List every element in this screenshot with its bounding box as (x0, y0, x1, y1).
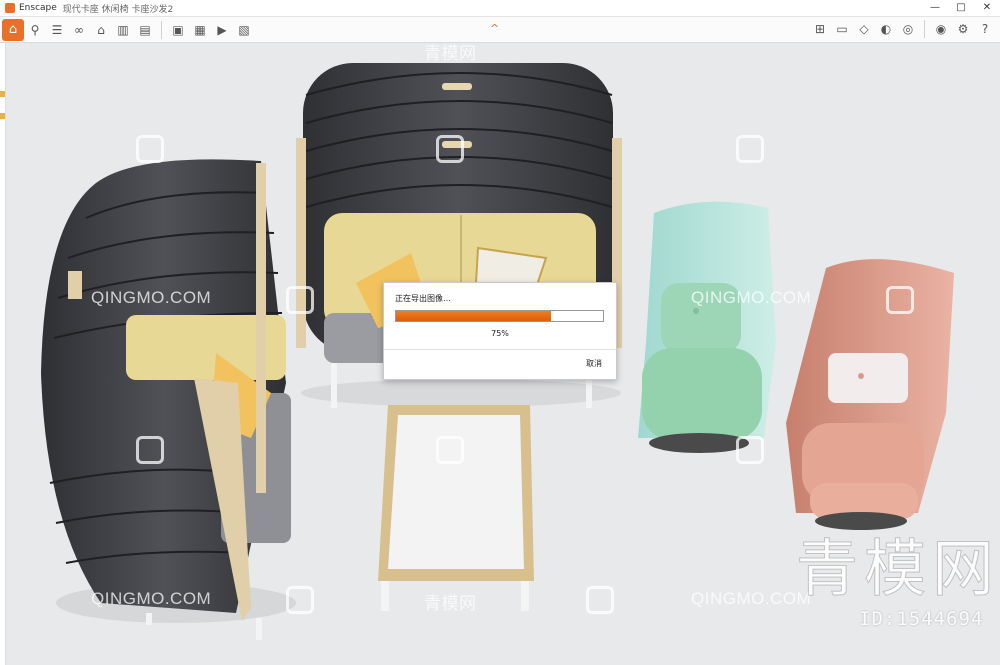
link-icon[interactable]: ⚲ (25, 20, 45, 40)
brand-watermark: 青模网 (796, 532, 1000, 606)
home-icon[interactable]: ⌂ (2, 18, 24, 41)
dialog-divider (384, 349, 616, 350)
watermark-logo-icon (136, 135, 164, 163)
booth-sofa-left (41, 159, 291, 640)
watermark-logo-icon (136, 436, 164, 464)
material-icon[interactable]: ◐ (876, 19, 896, 39)
minimize-button[interactable]: — (922, 0, 948, 16)
watermark-logo-icon (286, 586, 314, 614)
watermark-text: QINGMO.COM (91, 589, 212, 608)
toolbar-divider (924, 20, 925, 38)
watermark-logo-icon (286, 286, 314, 314)
right-tools: ⊞ ▭ ◇ ◐ ◎ ◉ ⚙ ? (809, 19, 996, 39)
batch-render-icon[interactable]: ▦ (190, 20, 210, 40)
watermark-logo-icon (436, 135, 464, 163)
bim-icon[interactable]: ☰ (47, 20, 67, 40)
vr-icon[interactable]: ◎ (898, 19, 918, 39)
watermark-text: QINGMO.COM (691, 288, 812, 307)
watermark-logo-icon (886, 286, 914, 314)
watermark-logo-icon (736, 436, 764, 464)
watermark-cn-text: 青模网 (424, 44, 477, 63)
watermark-text: QINGMO.COM (691, 589, 812, 608)
map-icon[interactable]: ⊞ (810, 19, 830, 39)
sofa-center-shadow (301, 379, 621, 407)
watermark-logo-icon (586, 586, 614, 614)
close-button[interactable]: ✕ (974, 0, 1000, 16)
app-name: Enscape (19, 3, 57, 13)
export-progress-dialog: 正在导出图像… 75% 取消 (383, 282, 617, 380)
glasses-icon[interactable]: ∞ (69, 20, 89, 40)
window-controls: — □ ✕ (922, 0, 1000, 16)
help-icon[interactable]: ? (975, 19, 995, 39)
dialog-title: 正在导出图像… (395, 294, 451, 303)
enscape-logo-icon (5, 3, 15, 13)
toolbar: ⌂ ⚲ ☰ ∞ ⌂ ▥ ▤ ▣ ▦ ▶ ▧ ^ ⊞ ▭ ◇ ◐ ◎ ◉ ⚙ ? (0, 17, 1000, 43)
monitor-icon[interactable]: ▭ (832, 19, 852, 39)
watermark-logo-icon (436, 436, 464, 464)
id-watermark: ID:1544694 (859, 608, 984, 630)
title-bar: Enscape 现代卡座 休闲椅 卡座沙发2 — □ ✕ (0, 0, 1000, 17)
eye-icon[interactable]: ◉ (931, 19, 951, 39)
collapse-toolbar-button[interactable]: ^ (490, 22, 499, 35)
progress-percent-label: 75% (491, 329, 509, 338)
progress-bar-fill (396, 311, 552, 321)
maximize-button[interactable]: □ (948, 0, 974, 16)
watermark-cn-text: 青模网 (424, 594, 477, 613)
screenshot-icon[interactable]: ▣ (168, 20, 188, 40)
toolbar-divider (161, 20, 162, 39)
cancel-button[interactable]: 取消 (586, 358, 602, 369)
mint-armchair (638, 201, 776, 453)
progress-bar (395, 310, 604, 322)
exe-export-icon[interactable]: ▧ (234, 20, 254, 40)
document-name: 现代卡座 休闲椅 卡座沙发2 (62, 4, 174, 15)
settings-icon[interactable]: ⚙ (953, 19, 973, 39)
library-icon[interactable]: ⌂ (91, 20, 111, 40)
cube-icon[interactable]: ◇ (854, 19, 874, 39)
watermark-logo-icon (736, 135, 764, 163)
asset-icon[interactable]: ▥ (113, 20, 133, 40)
watermark-text: QINGMO.COM (91, 288, 212, 307)
video-export-icon[interactable]: ▶ (212, 20, 232, 40)
clapper-icon[interactable]: ▤ (135, 20, 155, 40)
